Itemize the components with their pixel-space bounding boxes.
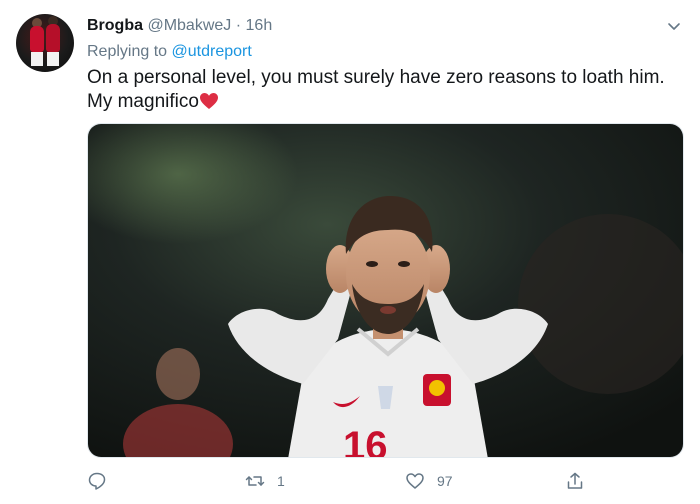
avatar-figure [47, 52, 59, 66]
avatar-figure [46, 24, 60, 52]
replying-to-label: Replying to [87, 43, 168, 60]
reply-icon [88, 472, 106, 490]
tweet-card[interactable]: Brogba @MbakweJ · 16h Replying to @utdre… [0, 0, 700, 504]
chevron-down-icon[interactable] [666, 18, 682, 34]
jersey-number: 16 [343, 424, 388, 458]
share-button[interactable] [565, 468, 585, 494]
player-photo: 16 [88, 124, 683, 458]
like-count: 97 [437, 473, 453, 489]
separator-dot: · [235, 17, 242, 34]
share-icon [567, 472, 583, 489]
avatar-figure [30, 26, 44, 52]
user-handle[interactable]: @MbakweJ [147, 17, 231, 34]
reply-mention-link[interactable]: @utdreport [172, 43, 252, 60]
reply-button[interactable] [87, 468, 119, 494]
tweet-body: On a personal level, you must surely hav… [87, 67, 665, 112]
replying-to: Replying to @utdreport [87, 42, 252, 62]
tweet-header: Brogba @MbakweJ · 16h [87, 16, 272, 36]
tweet-actions: 1 97 [87, 468, 607, 494]
tweet-image[interactable]: 16 [87, 123, 684, 458]
display-name[interactable]: Brogba [87, 17, 143, 34]
retweet-count: 1 [277, 473, 285, 489]
retweet-icon [245, 476, 265, 486]
tweet-text: On a personal level, you must surely hav… [87, 66, 677, 114]
retweet-button[interactable]: 1 [245, 468, 285, 494]
avatar[interactable] [16, 14, 74, 72]
red-heart-icon [199, 93, 218, 109]
timestamp[interactable]: 16h [246, 17, 273, 34]
avatar-figure [31, 52, 43, 66]
heart-icon [406, 473, 424, 489]
like-button[interactable]: 97 [405, 468, 453, 494]
